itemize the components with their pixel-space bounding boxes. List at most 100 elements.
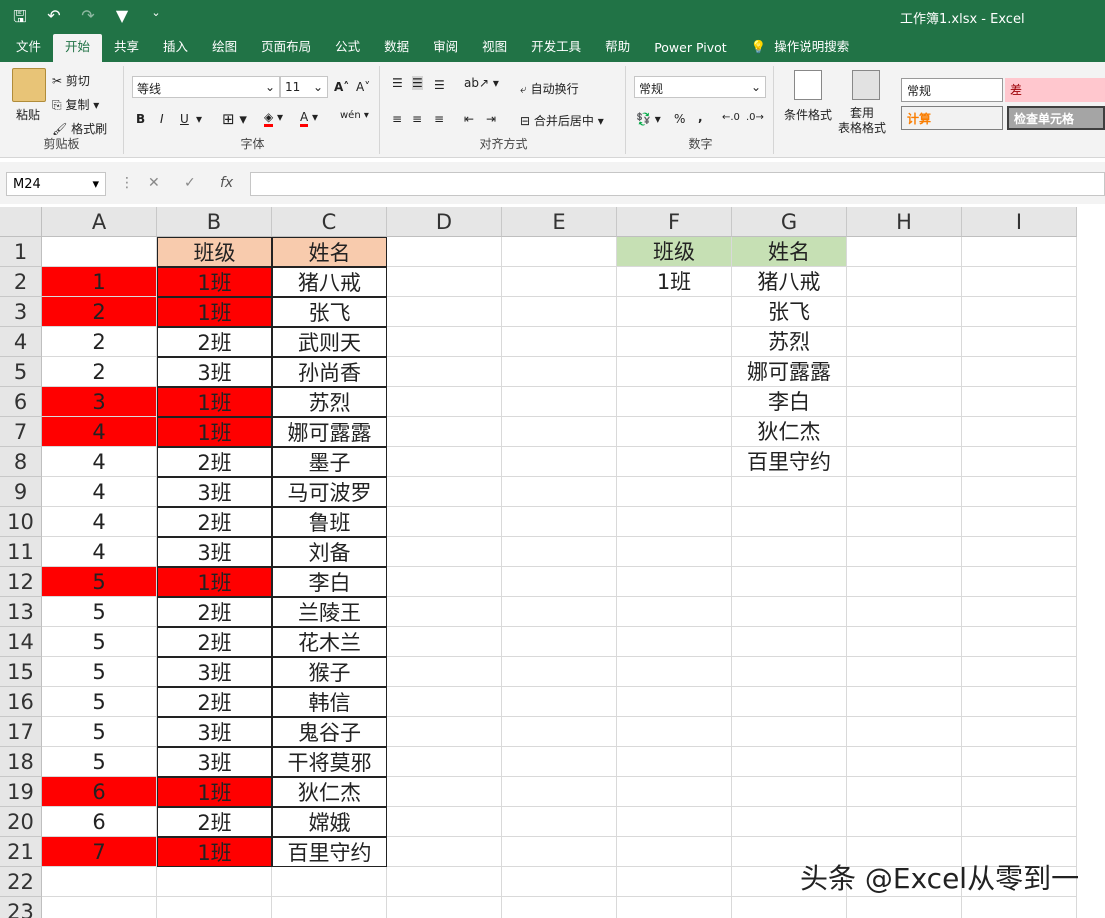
cell-empty[interactable]: [617, 327, 732, 357]
tab-review[interactable]: 审阅: [421, 34, 470, 62]
cell-empty[interactable]: [502, 627, 617, 657]
align-right-icon[interactable]: ≡: [434, 112, 444, 126]
cell-empty[interactable]: [42, 897, 157, 918]
table-cell[interactable]: 1班: [157, 417, 272, 447]
row-header-1[interactable]: 1: [0, 237, 42, 267]
table-cell[interactable]: 娜可露露: [272, 417, 387, 447]
table-cell[interactable]: 5: [42, 687, 157, 717]
paste-icon[interactable]: [12, 68, 46, 102]
cell-empty[interactable]: [847, 477, 962, 507]
cell-empty[interactable]: [387, 387, 502, 417]
enter-icon[interactable]: ✓: [184, 175, 196, 191]
cell-empty[interactable]: [962, 657, 1077, 687]
cell-empty[interactable]: [847, 897, 962, 918]
cell-empty[interactable]: [502, 327, 617, 357]
cell-empty[interactable]: [847, 267, 962, 297]
cell-empty[interactable]: [502, 447, 617, 477]
cell-empty[interactable]: [962, 507, 1077, 537]
table-cell[interactable]: 3班: [157, 357, 272, 387]
tab-formulas[interactable]: 公式: [323, 34, 372, 62]
table-cell[interactable]: 4: [42, 537, 157, 567]
cell-empty[interactable]: [732, 657, 847, 687]
cell-empty[interactable]: [387, 687, 502, 717]
table-cell[interactable]: 1班: [157, 387, 272, 417]
cell-empty[interactable]: [617, 537, 732, 567]
cell-empty[interactable]: [387, 417, 502, 447]
cell-empty[interactable]: [617, 897, 732, 918]
table-cell[interactable]: 3班: [157, 747, 272, 777]
cell-empty[interactable]: [732, 717, 847, 747]
cell-empty[interactable]: [847, 327, 962, 357]
row-header-8[interactable]: 8: [0, 447, 42, 477]
tab-draw[interactable]: 绘图: [200, 34, 249, 62]
copy-button[interactable]: ⎘ 复制 ▾: [52, 96, 99, 113]
cell-empty[interactable]: [617, 627, 732, 657]
currency-icon[interactable]: 💱 ▾: [636, 112, 661, 126]
table-cell[interactable]: 1班: [157, 837, 272, 867]
result-header-class[interactable]: 班级: [617, 237, 732, 267]
cell-empty[interactable]: [387, 357, 502, 387]
table-cell[interactable]: 3班: [157, 657, 272, 687]
cell-empty[interactable]: [387, 267, 502, 297]
table-cell[interactable]: 狄仁杰: [272, 777, 387, 807]
table-cell[interactable]: 4: [42, 507, 157, 537]
cell-empty[interactable]: [42, 237, 157, 267]
cell-empty[interactable]: [502, 717, 617, 747]
table-cell[interactable]: 6: [42, 777, 157, 807]
cell-empty[interactable]: [502, 267, 617, 297]
table-cell[interactable]: 猪八戒: [272, 267, 387, 297]
column-header-C[interactable]: C: [272, 207, 387, 237]
cell-empty[interactable]: [962, 477, 1077, 507]
cell-empty[interactable]: [962, 807, 1077, 837]
fill-color-button[interactable]: ◈ ▾: [264, 110, 283, 127]
increase-indent-icon[interactable]: ⇥: [486, 112, 496, 126]
row-header-23[interactable]: 23: [0, 897, 42, 918]
font-color-button[interactable]: A ▾: [300, 110, 318, 127]
cell-empty[interactable]: [617, 297, 732, 327]
result-name-cell[interactable]: 张飞: [732, 297, 847, 327]
cell-empty[interactable]: [962, 447, 1077, 477]
cell-empty[interactable]: [847, 567, 962, 597]
result-name-cell[interactable]: 百里守约: [732, 447, 847, 477]
cell-empty[interactable]: [847, 627, 962, 657]
cell-empty[interactable]: [272, 867, 387, 897]
grow-font-button[interactable]: A˄: [334, 80, 349, 94]
table-cell[interactable]: 6: [42, 807, 157, 837]
cell-empty[interactable]: [962, 267, 1077, 297]
cell-empty[interactable]: [502, 867, 617, 897]
cell-empty[interactable]: [157, 867, 272, 897]
increase-decimal-icon[interactable]: ←.0: [722, 112, 740, 123]
redo-icon[interactable]: ↷: [78, 6, 98, 33]
table-cell[interactable]: 5: [42, 747, 157, 777]
save-icon[interactable]: 🖫: [10, 6, 30, 33]
cell-empty[interactable]: [387, 777, 502, 807]
tab-page-layout[interactable]: 页面布局: [249, 34, 323, 62]
row-header-15[interactable]: 15: [0, 657, 42, 687]
font-size-select[interactable]: 11 ⌄: [280, 76, 328, 98]
column-header-H[interactable]: H: [847, 207, 962, 237]
row-header-12[interactable]: 12: [0, 567, 42, 597]
cell-empty[interactable]: [617, 657, 732, 687]
table-cell[interactable]: 2: [42, 357, 157, 387]
cell-empty[interactable]: [732, 507, 847, 537]
row-header-14[interactable]: 14: [0, 627, 42, 657]
cell-empty[interactable]: [617, 717, 732, 747]
cell-empty[interactable]: [502, 297, 617, 327]
table-cell[interactable]: 花木兰: [272, 627, 387, 657]
tab-view[interactable]: 视图: [470, 34, 519, 62]
column-header-I[interactable]: I: [962, 207, 1077, 237]
column-header-E[interactable]: E: [502, 207, 617, 237]
cell-empty[interactable]: [962, 297, 1077, 327]
cell-empty[interactable]: [847, 507, 962, 537]
cell-empty[interactable]: [617, 687, 732, 717]
cell-empty[interactable]: [387, 237, 502, 267]
cell-empty[interactable]: [847, 387, 962, 417]
table-cell[interactable]: 4: [42, 447, 157, 477]
cell-empty[interactable]: [387, 567, 502, 597]
table-cell[interactable]: 2班: [157, 687, 272, 717]
table-cell[interactable]: 3班: [157, 717, 272, 747]
tab-power-pivot[interactable]: Power Pivot: [642, 34, 738, 62]
row-header-11[interactable]: 11: [0, 537, 42, 567]
cell-empty[interactable]: [387, 657, 502, 687]
cell-empty[interactable]: [502, 387, 617, 417]
